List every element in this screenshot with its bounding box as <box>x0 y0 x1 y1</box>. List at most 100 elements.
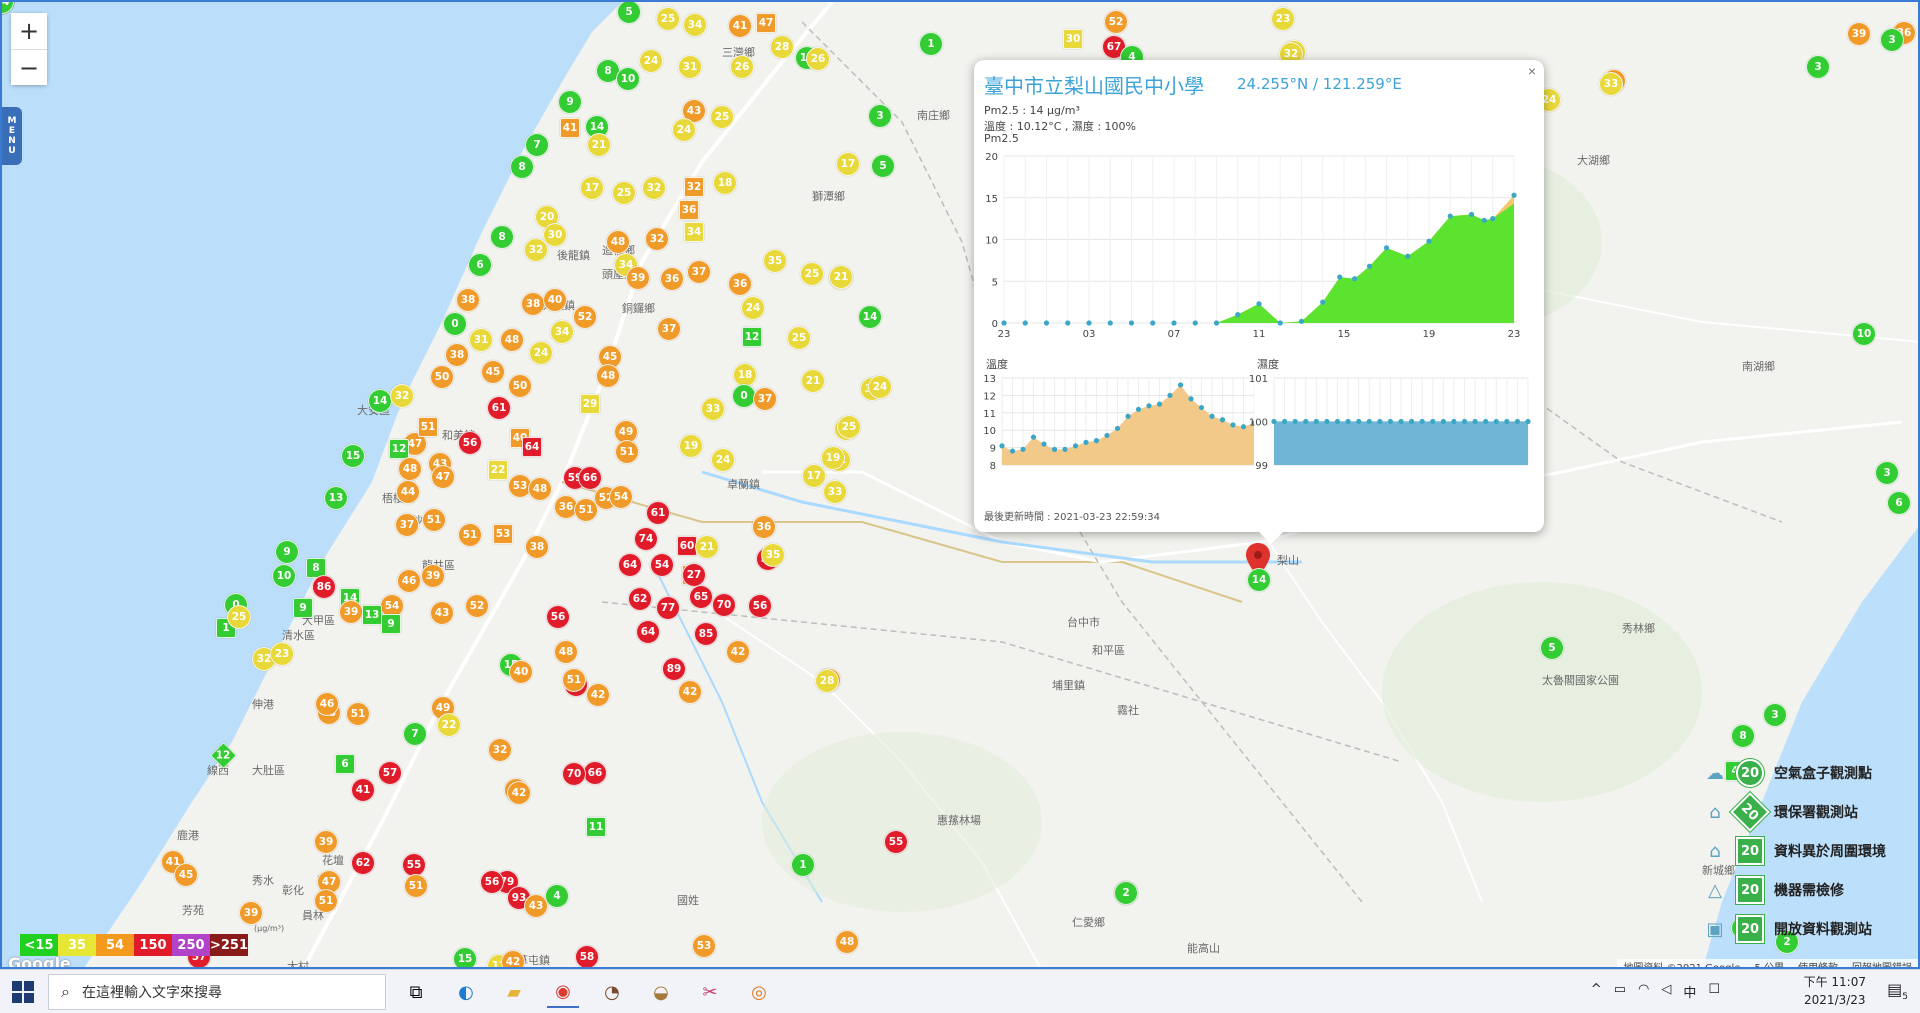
sensor-marker[interactable]: 37 <box>753 387 777 411</box>
sensor-marker[interactable]: 50 <box>430 365 454 389</box>
sensor-marker[interactable]: 48 <box>596 364 620 388</box>
sensor-marker[interactable]: 47 <box>756 13 776 33</box>
sensor-marker[interactable]: 37 <box>395 513 419 537</box>
notification-center-button[interactable]: ▤5 <box>1887 980 1908 1002</box>
sensor-marker[interactable]: 15 <box>341 444 365 468</box>
sensor-marker[interactable]: 56 <box>458 431 482 455</box>
sensor-marker[interactable]: 25 <box>837 415 861 439</box>
sensor-marker[interactable]: 45 <box>481 360 505 384</box>
sensor-marker[interactable]: 21 <box>829 265 853 289</box>
sensor-marker[interactable]: 51 <box>458 523 482 547</box>
zoom-in-button[interactable]: + <box>11 13 47 49</box>
chrome-icon[interactable]: ◉ <box>547 976 579 1008</box>
sensor-marker[interactable]: 24 <box>529 341 553 365</box>
sensor-marker[interactable]: 35 <box>763 249 787 273</box>
ime-mode-icon[interactable]: ☐ <box>1708 982 1720 1001</box>
sensor-marker[interactable]: 56 <box>546 605 570 629</box>
sensor-marker[interactable]: 65 <box>689 585 713 609</box>
report-error-link[interactable]: 回報地圖錯誤 <box>1852 959 1912 968</box>
sensor-marker[interactable]: 21 <box>801 369 825 393</box>
sensor-marker[interactable]: 24 <box>741 296 765 320</box>
sensor-marker[interactable]: 47 <box>431 465 455 489</box>
sensor-marker[interactable]: 52 <box>1104 10 1128 34</box>
chevron-up-icon[interactable]: ^ <box>1591 982 1602 1001</box>
taskbar-search-box[interactable]: ⌕ 在這裡輸入文字來搜尋 <box>48 974 386 1010</box>
sensor-marker[interactable]: 33 <box>701 397 725 421</box>
sensor-marker[interactable]: 37 <box>657 317 681 341</box>
sensor-marker[interactable]: 28 <box>815 669 839 693</box>
sensor-marker[interactable]: 57 <box>378 761 402 785</box>
sensor-marker[interactable]: 52 <box>465 594 489 618</box>
sensor-marker[interactable]: 18 <box>713 171 737 195</box>
sensor-marker[interactable]: 24 <box>868 375 892 399</box>
sensor-marker[interactable]: 54 <box>609 485 633 509</box>
sensor-marker[interactable]: 33 <box>823 480 847 504</box>
sensor-marker[interactable]: 51 <box>562 668 586 692</box>
sensor-marker[interactable]: 77 <box>656 596 680 620</box>
edge-icon[interactable]: ◐ <box>450 976 482 1008</box>
sensor-marker[interactable]: 89 <box>662 657 686 681</box>
sensor-marker[interactable]: 51 <box>346 702 370 726</box>
sensor-marker[interactable]: 42 <box>678 680 702 704</box>
sensor-marker[interactable]: 48 <box>606 230 630 254</box>
sensor-marker[interactable]: 70 <box>712 593 736 617</box>
sensor-marker[interactable]: 32 <box>645 227 669 251</box>
sensor-marker[interactable]: 56 <box>480 870 504 894</box>
sensor-marker[interactable]: 38 <box>525 535 549 559</box>
sensor-marker[interactable]: 48 <box>500 328 524 352</box>
sensor-marker[interactable]: 17 <box>802 464 826 488</box>
sensor-marker[interactable]: 53 <box>493 524 513 544</box>
sensor-marker[interactable]: 19 <box>821 446 845 470</box>
sensor-marker[interactable]: 61 <box>646 501 670 525</box>
sensor-marker[interactable]: 32 <box>642 176 666 200</box>
sensor-marker[interactable]: 66 <box>583 761 607 785</box>
sensor-marker[interactable]: 19 <box>679 434 703 458</box>
sensor-marker[interactable]: 24 <box>711 448 735 472</box>
sensor-marker[interactable]: 15 <box>453 947 477 967</box>
sensor-marker[interactable]: 85 <box>694 622 718 646</box>
sensor-marker[interactable]: 36 <box>679 200 699 220</box>
sensor-marker[interactable]: 51 <box>574 498 598 522</box>
sensor-marker[interactable]: 2 <box>1114 881 1138 905</box>
sensor-marker[interactable]: 42 <box>726 640 750 664</box>
sensor-marker[interactable]: 38 <box>456 288 480 312</box>
snipping-tool-icon[interactable]: ✂ <box>694 976 726 1008</box>
taskbar-clock[interactable]: 下午 11:07 2021/3/23 <box>1804 973 1866 1009</box>
sensor-marker[interactable]: 24 <box>639 49 663 73</box>
sensor-marker[interactable]: 27 <box>682 563 706 587</box>
sensor-marker[interactable]: 62 <box>628 587 652 611</box>
sensor-marker[interactable]: 12 <box>389 439 409 459</box>
sensor-marker[interactable]: 44 <box>396 480 420 504</box>
sensor-marker[interactable]: 41 <box>351 778 375 802</box>
sensor-marker[interactable]: 28 <box>770 35 794 59</box>
sensor-marker[interactable]: 17 <box>836 152 860 176</box>
app-icon-2[interactable]: ◒ <box>645 976 677 1008</box>
sensor-marker[interactable]: 12 <box>742 327 762 347</box>
sensor-marker[interactable]: 10 <box>616 67 640 91</box>
sensor-marker[interactable]: 35 <box>761 543 785 567</box>
app-icon-1[interactable]: ◔ <box>596 976 628 1008</box>
sensor-marker[interactable]: 64 <box>636 620 660 644</box>
sensor-marker[interactable]: 17 <box>580 176 604 200</box>
sensor-marker[interactable]: 58 <box>575 945 599 967</box>
sensor-marker[interactable]: 25 <box>656 7 680 31</box>
sensor-marker[interactable]: 8 <box>1731 724 1755 748</box>
sensor-marker[interactable]: 10 <box>1852 322 1876 346</box>
sensor-marker[interactable]: 64 <box>522 437 542 457</box>
zoom-out-button[interactable]: − <box>11 49 47 85</box>
sensor-marker[interactable]: 41 <box>560 118 580 138</box>
sensor-marker[interactable]: 34 <box>683 13 707 37</box>
sensor-marker[interactable]: 41 <box>728 14 752 38</box>
sensor-marker[interactable]: 25 <box>710 105 734 129</box>
sensor-marker[interactable]: 31 <box>678 55 702 79</box>
sensor-marker[interactable]: 42 <box>586 683 610 707</box>
sensor-marker[interactable]: 34 <box>684 222 704 242</box>
sensor-marker[interactable]: 62 <box>351 851 375 875</box>
sensor-marker[interactable]: 52 <box>573 305 597 329</box>
sensor-marker[interactable]: 3 <box>1806 55 1830 79</box>
menu-tab[interactable]: MENU <box>2 107 22 165</box>
sensor-marker[interactable]: 8 <box>490 225 514 249</box>
sensor-marker[interactable]: 37 <box>687 260 711 284</box>
sensor-marker[interactable]: 51 <box>615 440 639 464</box>
task-view-icon[interactable]: ⧉ <box>400 976 432 1008</box>
